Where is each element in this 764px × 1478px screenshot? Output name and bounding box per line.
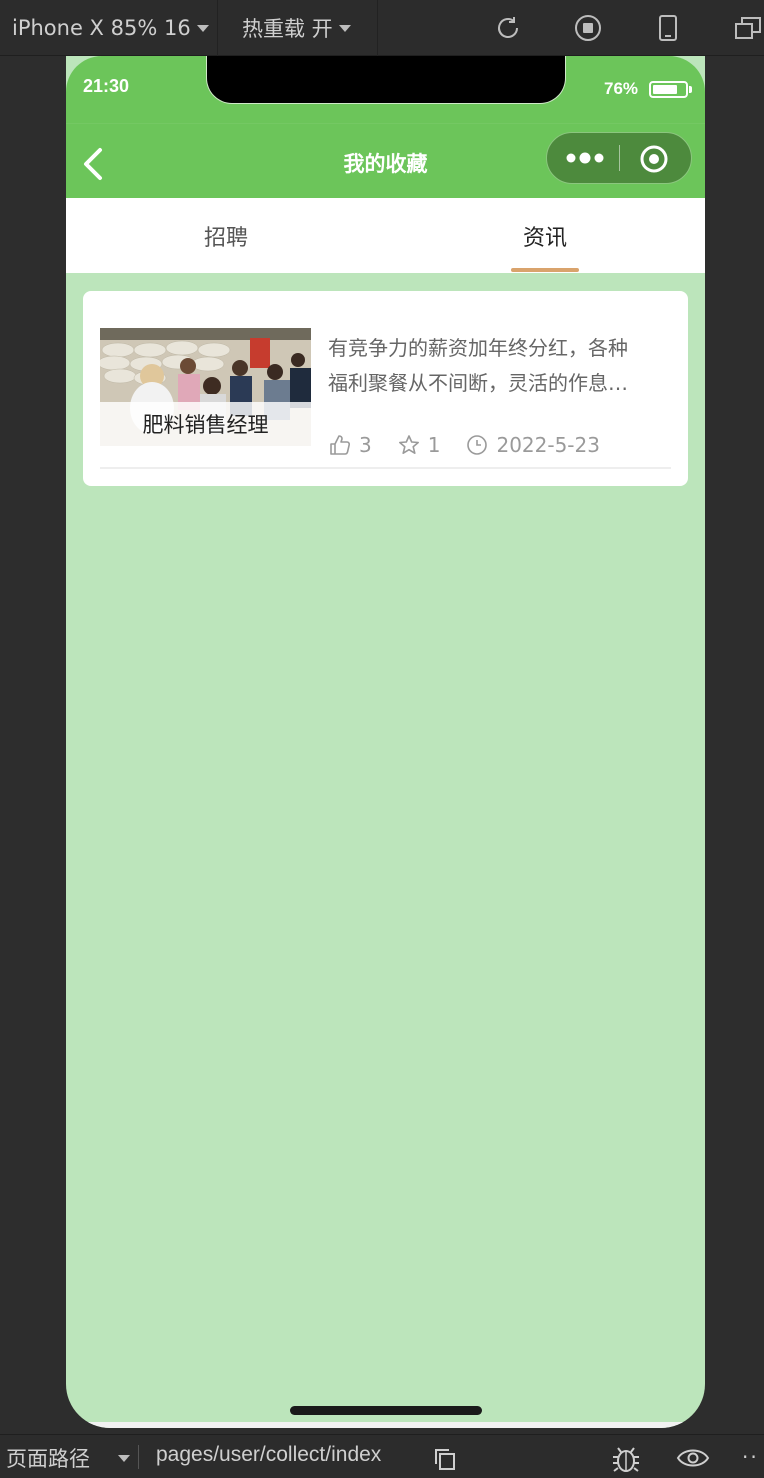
nav-divider — [66, 123, 705, 124]
battery-icon — [649, 81, 688, 98]
article-meta: 3 1 2022-5-23 — [329, 431, 626, 459]
tab-active-indicator — [511, 268, 579, 272]
device-selector[interactable]: iPhone X 85% 16 — [0, 0, 218, 56]
nav-header: 21:30 76% 我的收藏 — [66, 56, 705, 198]
phone-bottom-edge — [66, 1422, 705, 1428]
battery-level — [653, 85, 677, 94]
phone-simulator: 21:30 76% 我的收藏 招聘 资讯 肥料销售经理 有竞争力的薪资加年终分红… — [66, 56, 705, 1428]
devtools-toolbar: iPhone X 85% 16 热重载 开 — [0, 0, 764, 56]
star-icon — [398, 435, 419, 454]
home-indicator[interactable] — [290, 1406, 482, 1415]
card-divider — [100, 467, 671, 469]
target-icon[interactable] — [639, 144, 669, 174]
thumb-up-icon — [330, 435, 351, 455]
stop-icon[interactable] — [574, 14, 602, 42]
thumbnail-caption: 肥料销售经理 — [100, 402, 311, 446]
publish-date: 2022-5-23 — [466, 433, 600, 457]
page-path-value: pages/user/collect/index — [156, 1443, 382, 1466]
chevron-down-icon — [196, 24, 209, 32]
windows-icon[interactable] — [734, 14, 762, 42]
article-summary: 有竞争力的薪资加年终分红，各种 福利聚餐从不间断，灵活的作息… — [328, 331, 668, 401]
publish-date-value: 2022-5-23 — [496, 433, 600, 457]
status-time: 21:30 — [83, 76, 130, 96]
phone-icon[interactable] — [654, 14, 682, 42]
hot-reload-label: 热重载 开 — [242, 17, 333, 41]
more-dots-icon[interactable] — [565, 147, 605, 169]
tab-news[interactable]: 资讯 — [385, 198, 705, 273]
chevron-down-icon[interactable] — [118, 1455, 130, 1462]
battery-percent: 76% — [604, 79, 639, 98]
page-path-label[interactable]: 页面路径 — [6, 1443, 90, 1473]
hot-reload-toggle[interactable]: 热重载 开 — [220, 0, 378, 56]
tab-bar: 招聘 资讯 — [66, 198, 705, 273]
phone-notch — [206, 56, 566, 104]
summary-line: 福利聚餐从不间断，灵活的作息… — [328, 371, 628, 395]
favorite-count[interactable]: 1 — [398, 433, 441, 457]
bottom-divider — [138, 1445, 139, 1469]
eye-icon[interactable] — [676, 1445, 710, 1471]
article-card[interactable]: 肥料销售经理 有竞争力的薪资加年终分红，各种 福利聚餐从不间断，灵活的作息… 3… — [83, 291, 688, 486]
menu-capsule — [546, 132, 692, 184]
bug-icon[interactable] — [610, 1443, 642, 1475]
more-options[interactable]: ·· — [742, 1445, 759, 1469]
chevron-down-icon — [338, 24, 351, 32]
article-thumbnail: 肥料销售经理 — [100, 328, 311, 446]
tab-recruit[interactable]: 招聘 — [66, 198, 386, 273]
battery-tip — [689, 86, 692, 93]
capsule-divider — [619, 145, 620, 171]
clock-icon — [467, 435, 488, 455]
like-count[interactable]: 3 — [329, 433, 372, 457]
device-label: iPhone X 85% 16 — [12, 16, 191, 40]
summary-line: 有竞争力的薪资加年终分红，各种 — [328, 336, 628, 360]
devtools-bottom-bar: 页面路径 pages/user/collect/index ·· — [0, 1434, 764, 1478]
copy-icon[interactable] — [433, 1447, 457, 1471]
refresh-icon[interactable] — [494, 14, 522, 42]
like-count-value: 3 — [359, 433, 372, 457]
favorite-count-value: 1 — [427, 433, 441, 457]
